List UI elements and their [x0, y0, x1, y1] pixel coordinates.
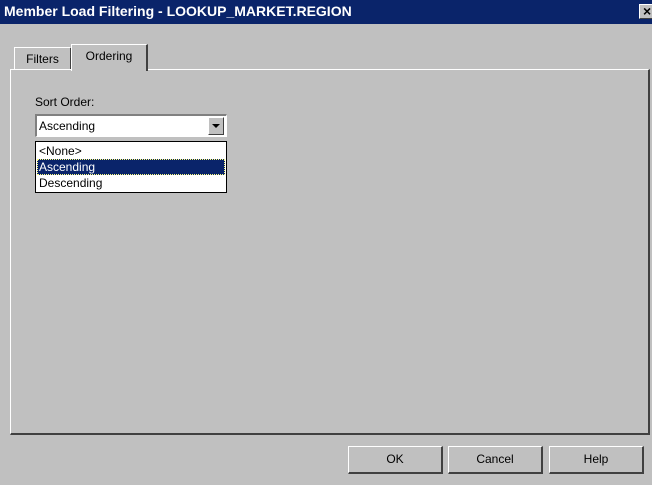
dialog-window: Member Load Filtering - LOOKUP_MARKET.RE… — [0, 0, 652, 485]
sort-order-value: Ascending — [39, 119, 96, 133]
tab-filters-label: Filters — [26, 52, 59, 66]
dropdown-button[interactable] — [208, 117, 224, 135]
option-none[interactable]: <None> — [37, 143, 225, 159]
title-bar[interactable]: Member Load Filtering - LOOKUP_MARKET.RE… — [0, 0, 652, 24]
window-title: Member Load Filtering - LOOKUP_MARKET.RE… — [4, 3, 352, 19]
sort-order-select[interactable]: Ascending — [35, 114, 227, 137]
cancel-button[interactable]: Cancel — [448, 446, 543, 474]
close-button[interactable]: × — [639, 3, 652, 19]
chevron-down-icon — [212, 124, 220, 128]
ok-button[interactable]: OK — [348, 446, 443, 474]
tab-filters[interactable]: Filters — [14, 47, 72, 69]
option-ascending[interactable]: Ascending — [37, 159, 225, 175]
tab-ordering[interactable]: Ordering — [71, 44, 148, 71]
tab-ordering-label: Ordering — [85, 49, 133, 63]
help-button[interactable]: Help — [549, 446, 644, 474]
option-descending[interactable]: Descending — [37, 175, 225, 191]
sort-order-label: Sort Order: — [35, 95, 95, 109]
close-icon: × — [643, 3, 652, 19]
sort-order-options: <None> Ascending Descending — [35, 141, 227, 193]
